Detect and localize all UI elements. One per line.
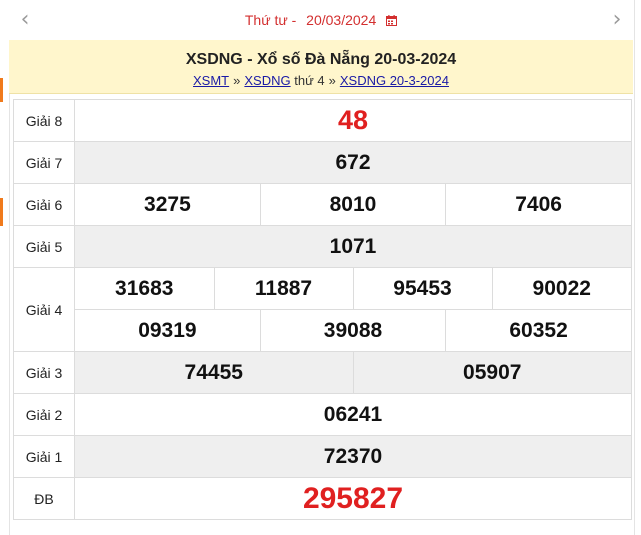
- prize-number-special: 295827: [74, 477, 632, 520]
- edge-accent-bar: [0, 78, 3, 102]
- prize-number: 48: [74, 99, 632, 142]
- prize-number: 39088: [259, 309, 446, 351]
- prize-numbers-cell: 31683 11887 95453 90022 09319 39088 6035…: [74, 267, 632, 352]
- prize-row-6: Giải 6 3275 8010 7406: [13, 183, 632, 226]
- chevron-right-icon[interactable]: ›: [607, 9, 627, 31]
- prize-numbers-group: 3275 8010 7406: [75, 184, 631, 225]
- prize-row-2: Giải 2 06241: [13, 393, 632, 436]
- prize-label: Giải 7: [13, 141, 75, 184]
- prize-number: 72370: [74, 435, 632, 478]
- prize-number: 05907: [352, 352, 631, 393]
- prize-label: Giải 1: [13, 435, 75, 478]
- prize-label: Giải 5: [13, 225, 75, 268]
- prize-numbers-group: 09319 39088 60352: [75, 309, 631, 351]
- breadcrumb-separator: »: [328, 73, 336, 88]
- prize-numbers-cell: 3275 8010 7406: [74, 183, 632, 226]
- weekday-label: Thứ tư -: [244, 12, 297, 28]
- calendar-icon[interactable]: [386, 15, 398, 26]
- breadcrumb-text: thứ 4: [294, 73, 325, 88]
- date-navigation-bar: ‹ Thứ tư - 20/03/2024 ›: [9, 0, 633, 41]
- results-table: Giải 8 48 Giải 7 672 Giải 6 3275 8010 74…: [13, 99, 632, 520]
- prize-row-3: Giải 3 74455 05907: [13, 351, 632, 394]
- prize-row-7: Giải 7 672: [13, 141, 632, 184]
- date-display: Thứ tư - 20/03/2024: [9, 10, 633, 30]
- breadcrumb-link-xsdng[interactable]: XSDNG: [244, 73, 290, 88]
- prize-number: 95453: [352, 268, 492, 309]
- breadcrumb-link-xsmt[interactable]: XSMT: [193, 73, 229, 88]
- prize-row-5: Giải 5 1071: [13, 225, 632, 268]
- prize-number: 1071: [74, 225, 632, 268]
- prize-number: 7406: [445, 184, 631, 225]
- prize-number: 3275: [144, 192, 191, 216]
- prize-number: 06241: [74, 393, 632, 436]
- prize-number: 09319: [138, 318, 197, 342]
- breadcrumb: XSMT» XSDNG thứ 4» XSDNG 20-3-2024: [9, 73, 633, 89]
- breadcrumb-separator: »: [233, 73, 241, 88]
- prize-numbers-group: 31683 11887 95453 90022: [75, 268, 631, 309]
- prize-row-special: ĐB 295827: [13, 477, 632, 520]
- prize-number: 672: [74, 141, 632, 184]
- breadcrumb-link-date[interactable]: XSDNG 20-3-2024: [340, 73, 449, 88]
- prize-number: 31683: [115, 276, 174, 300]
- prize-numbers-cell: 74455 05907: [74, 351, 632, 394]
- page-title: XSDNG - Xổ số Đà Nẵng 20-03-2024: [185, 51, 457, 68]
- prize-row-4: Giải 4 31683 11887 95453 90022 09319 390…: [13, 267, 632, 352]
- results-header: XSDNG - Xổ số Đà Nẵng 20-03-2024 XSMT» XS…: [9, 40, 633, 94]
- prize-label: ĐB: [13, 477, 75, 520]
- edge-accent-bar: [0, 198, 3, 226]
- prize-row-1: Giải 1 72370: [13, 435, 632, 478]
- date-picker-value[interactable]: 20/03/2024: [306, 12, 376, 28]
- prize-label: Giải 8: [13, 99, 75, 142]
- prize-number: 90022: [491, 268, 631, 309]
- prize-number: 11887: [213, 268, 353, 309]
- prize-label: Giải 3: [13, 351, 75, 394]
- prize-number: 60352: [445, 309, 631, 351]
- prize-numbers-group: 74455 05907: [75, 352, 631, 393]
- prize-label: Giải 2: [13, 393, 75, 436]
- prize-label: Giải 6: [13, 183, 75, 226]
- prize-number: 74455: [184, 360, 243, 384]
- prize-row-8: Giải 8 48: [13, 99, 632, 142]
- prize-label: Giải 4: [13, 267, 75, 352]
- prize-number: 8010: [259, 184, 446, 225]
